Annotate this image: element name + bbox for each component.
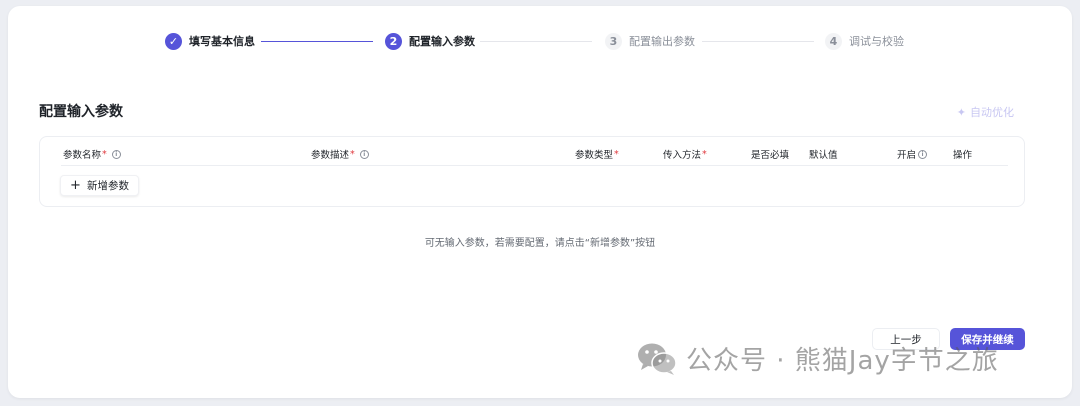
step-4-number: 4 xyxy=(825,32,842,50)
step-connector-2 xyxy=(480,41,592,42)
table-header: 参数名称 * i 参数描述 * i 参数类型 * 传入方法 * 是否必填 默认值 开启 … xyxy=(40,137,1024,167)
column-header-param-desc: 参数描述 * i xyxy=(311,147,369,161)
step-3-label: 配置输出参数 xyxy=(629,35,695,48)
required-mark: * xyxy=(702,148,707,160)
column-header-actions: 操作 xyxy=(953,150,973,161)
plus-icon: + xyxy=(70,178,81,193)
watermark-text: 公众号 · 熊猫Jay字节之旅 xyxy=(686,346,999,376)
step-4[interactable]: 4 调试与校验 xyxy=(825,32,904,50)
step-connector-3 xyxy=(702,41,814,42)
step-2-label: 配置输入参数 xyxy=(409,35,475,48)
column-header-enabled: 开启 i xyxy=(897,147,928,161)
column-header-param-name: 参数名称 * i xyxy=(63,147,121,161)
column-header-param-type: 参数类型 * xyxy=(575,148,619,162)
params-table: 参数名称 * i 参数描述 * i 参数类型 * 传入方法 * 是否必填 默认值 开启 … xyxy=(39,136,1025,207)
auto-optimize-label: 自动优化 xyxy=(970,106,1014,119)
magic-wand-icon: ✦ xyxy=(956,105,966,119)
step-3[interactable]: 3 配置输出参数 xyxy=(605,32,695,50)
section-title: 配置输入参数 xyxy=(39,104,123,120)
add-param-button[interactable]: + 新增参数 xyxy=(60,175,139,196)
wechat-logo-icon xyxy=(638,343,677,375)
step-1[interactable]: ✓ 填写基本信息 xyxy=(165,32,255,50)
column-header-required: 是否必填 xyxy=(751,150,790,161)
step-2-number: 2 xyxy=(385,32,402,50)
step-4-label: 调试与校验 xyxy=(849,35,904,48)
watermark: 公众号 · 熊猫Jay字节之旅 xyxy=(636,340,999,377)
info-icon[interactable]: i xyxy=(359,149,369,159)
step-1-label: 填写基本信息 xyxy=(189,35,255,48)
required-mark: * xyxy=(350,148,355,160)
stepper: ✓ 填写基本信息 2 配置输入参数 3 配置输出参数 4 调试与校验 xyxy=(8,6,1072,76)
add-param-label: 新增参数 xyxy=(86,180,129,192)
required-mark: * xyxy=(614,148,619,160)
info-icon[interactable]: i xyxy=(111,149,121,159)
empty-hint: 可无输入参数，若需要配置，请点击“新增参数”按钮 xyxy=(424,238,656,249)
step-2[interactable]: 2 配置输入参数 xyxy=(385,32,475,50)
check-icon: ✓ xyxy=(165,32,182,50)
column-header-default: 默认值 xyxy=(809,150,838,161)
step-connector-1 xyxy=(261,41,373,42)
required-mark: * xyxy=(102,148,107,160)
header-divider xyxy=(61,165,1008,166)
step-3-number: 3 xyxy=(605,32,622,50)
column-header-input-method: 传入方法 * xyxy=(663,148,707,162)
info-icon[interactable]: i xyxy=(918,149,928,159)
auto-optimize-button[interactable]: ✦ 自动优化 xyxy=(957,104,1014,120)
